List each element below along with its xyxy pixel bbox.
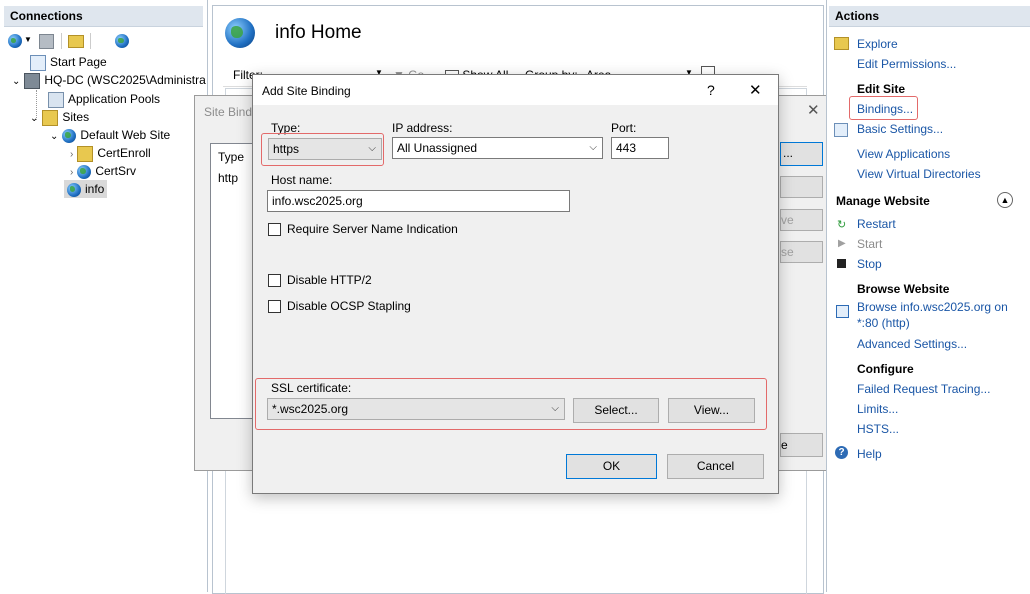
manage-website-header: Manage Website bbox=[836, 194, 930, 208]
connections-toolbar: ▼ bbox=[6, 33, 130, 51]
toolbar-separator-2 bbox=[90, 33, 91, 49]
add-site-binding-dialog: Add Site Binding ? ✕ Type: https ⌵ IP ad… bbox=[252, 74, 779, 494]
advanced-settings-link[interactable]: Advanced Settings... bbox=[857, 337, 967, 351]
expand-chevron-icon[interactable]: ⌄ bbox=[12, 76, 20, 87]
dropdown-arrow-icon[interactable]: ▼ bbox=[24, 35, 32, 44]
tree-item-sites[interactable]: ⌄ Sites bbox=[30, 108, 89, 126]
connections-title: Connections bbox=[4, 6, 203, 27]
view-button[interactable]: View... bbox=[668, 398, 755, 423]
http2-checkbox[interactable] bbox=[268, 274, 281, 287]
tree-item-app-pools[interactable]: Application Pools bbox=[48, 90, 160, 108]
toolbar-separator bbox=[61, 33, 62, 49]
restart-icon: ↻ bbox=[837, 219, 847, 231]
collapsed-chevron-icon[interactable]: › bbox=[70, 149, 73, 160]
actions-title: Actions bbox=[829, 6, 1030, 27]
host-name-label: Host name: bbox=[271, 173, 333, 187]
sites-folder-icon bbox=[42, 109, 59, 126]
collapsed-chevron-icon[interactable]: › bbox=[70, 167, 73, 178]
type-highlight bbox=[261, 133, 384, 166]
browse-website-header: Browse Website bbox=[857, 282, 950, 296]
start-page-icon bbox=[30, 54, 46, 71]
edit-permissions-link[interactable]: Edit Permissions... bbox=[857, 57, 956, 71]
chevron-down-icon: ⌵ bbox=[589, 142, 597, 153]
site-bindings-title: Site Bindi bbox=[204, 105, 255, 119]
ip-address-label: IP address: bbox=[392, 121, 453, 135]
hsts-link[interactable]: HSTS... bbox=[857, 422, 899, 436]
browse-link[interactable]: Browse info.wsc2025.org on *:80 (http) bbox=[857, 299, 1008, 331]
tree-line bbox=[36, 90, 37, 120]
tree-item-default-web-site[interactable]: ⌄ Default Web Site bbox=[50, 126, 170, 144]
configure-header: Configure bbox=[857, 362, 914, 376]
bindings-edit-button[interactable] bbox=[780, 176, 823, 198]
host-name-field[interactable]: info.wsc2025.org bbox=[267, 190, 570, 212]
explore-link[interactable]: Explore bbox=[857, 37, 898, 51]
stop-icon bbox=[837, 259, 846, 268]
start-icon: ▶ bbox=[838, 238, 846, 249]
start-link[interactable]: Start bbox=[857, 237, 882, 251]
tree-item-start-page[interactable]: Start Page bbox=[30, 53, 107, 71]
limits-link[interactable]: Limits... bbox=[857, 402, 898, 416]
select-button[interactable]: Select... bbox=[573, 398, 659, 423]
help-link[interactable]: Help bbox=[857, 447, 882, 461]
bindings-browse-button[interactable]: se bbox=[780, 241, 823, 263]
folder-icon bbox=[77, 145, 94, 162]
browse-icon bbox=[836, 305, 849, 318]
connect-globe-icon[interactable] bbox=[8, 34, 22, 48]
app-pools-icon bbox=[48, 91, 64, 108]
ip-address-select[interactable]: All Unassigned ⌵ bbox=[392, 137, 603, 159]
sni-label[interactable]: Require Server Name Indication bbox=[287, 222, 458, 236]
bindings-remove-button[interactable]: ve bbox=[780, 209, 823, 231]
app-globe-icon bbox=[77, 164, 92, 179]
chevron-down-icon: ⌵ bbox=[551, 403, 559, 414]
site-bindings-close-icon[interactable]: ✕ bbox=[807, 101, 820, 119]
collapse-chevron-icon[interactable]: ▲ bbox=[997, 192, 1013, 208]
site-globe-icon bbox=[67, 182, 81, 197]
basic-settings-link[interactable]: Basic Settings... bbox=[857, 122, 943, 136]
disconnect-icon[interactable] bbox=[115, 34, 130, 48]
bindings-close-button[interactable]: e bbox=[780, 433, 823, 457]
close-icon[interactable]: ✕ bbox=[749, 81, 762, 99]
view-virtual-dirs-link[interactable]: View Virtual Directories bbox=[857, 167, 981, 181]
bindings-highlight bbox=[849, 96, 918, 120]
http2-label[interactable]: Disable HTTP/2 bbox=[287, 273, 372, 287]
dialog-title: Add Site Binding bbox=[262, 84, 351, 98]
ssl-certificate-select[interactable]: *.wsc2025.org ⌵ bbox=[267, 398, 565, 420]
tree-item-info[interactable]: info bbox=[64, 180, 108, 198]
cancel-button[interactable]: Cancel bbox=[667, 454, 764, 479]
help-button[interactable]: ? bbox=[707, 82, 715, 98]
edit-site-header: Edit Site bbox=[857, 82, 906, 96]
tree-item-certsrv[interactable]: › CertSrv bbox=[70, 162, 136, 180]
port-label: Port: bbox=[611, 121, 637, 135]
bindings-add-button[interactable]: ... bbox=[780, 142, 823, 166]
tree-item-server[interactable]: ⌄ HQ-DC (WSC2025\Administra bbox=[12, 71, 206, 89]
bindings-col-type: Type bbox=[218, 150, 245, 164]
dialog-title-bar: Add Site Binding ? ✕ bbox=[253, 75, 778, 105]
sni-checkbox[interactable] bbox=[268, 223, 281, 236]
ocsp-label[interactable]: Disable OCSP Stapling bbox=[287, 299, 411, 313]
site-home-globe-icon bbox=[225, 18, 255, 48]
up-folder-icon[interactable] bbox=[68, 35, 84, 48]
stop-link[interactable]: Stop bbox=[857, 257, 882, 271]
port-field[interactable]: 443 bbox=[611, 137, 669, 159]
page-title: info Home bbox=[275, 22, 362, 43]
view-applications-link[interactable]: View Applications bbox=[857, 147, 950, 161]
restart-link[interactable]: Restart bbox=[857, 217, 896, 231]
failed-request-tracing-link[interactable]: Failed Request Tracing... bbox=[857, 382, 990, 396]
connections-pane: Connections ▼ Start Page ⌄ HQ-DC (WSC2025… bbox=[0, 0, 208, 592]
ssl-certificate-label: SSL certificate: bbox=[271, 381, 352, 395]
bindings-row-type[interactable]: http bbox=[218, 171, 238, 185]
expand-chevron-icon[interactable]: ⌄ bbox=[30, 113, 38, 124]
site-globe-icon bbox=[62, 128, 77, 143]
expand-chevron-icon[interactable]: ⌄ bbox=[50, 131, 58, 142]
ok-button[interactable]: OK bbox=[566, 454, 657, 479]
tree-item-certenroll[interactable]: › CertEnroll bbox=[70, 144, 151, 162]
save-icon[interactable] bbox=[39, 34, 54, 49]
server-icon bbox=[24, 72, 41, 89]
explore-icon bbox=[834, 37, 849, 50]
help-icon: ? bbox=[835, 446, 848, 459]
basic-settings-icon bbox=[834, 123, 848, 137]
ocsp-checkbox[interactable] bbox=[268, 300, 281, 313]
